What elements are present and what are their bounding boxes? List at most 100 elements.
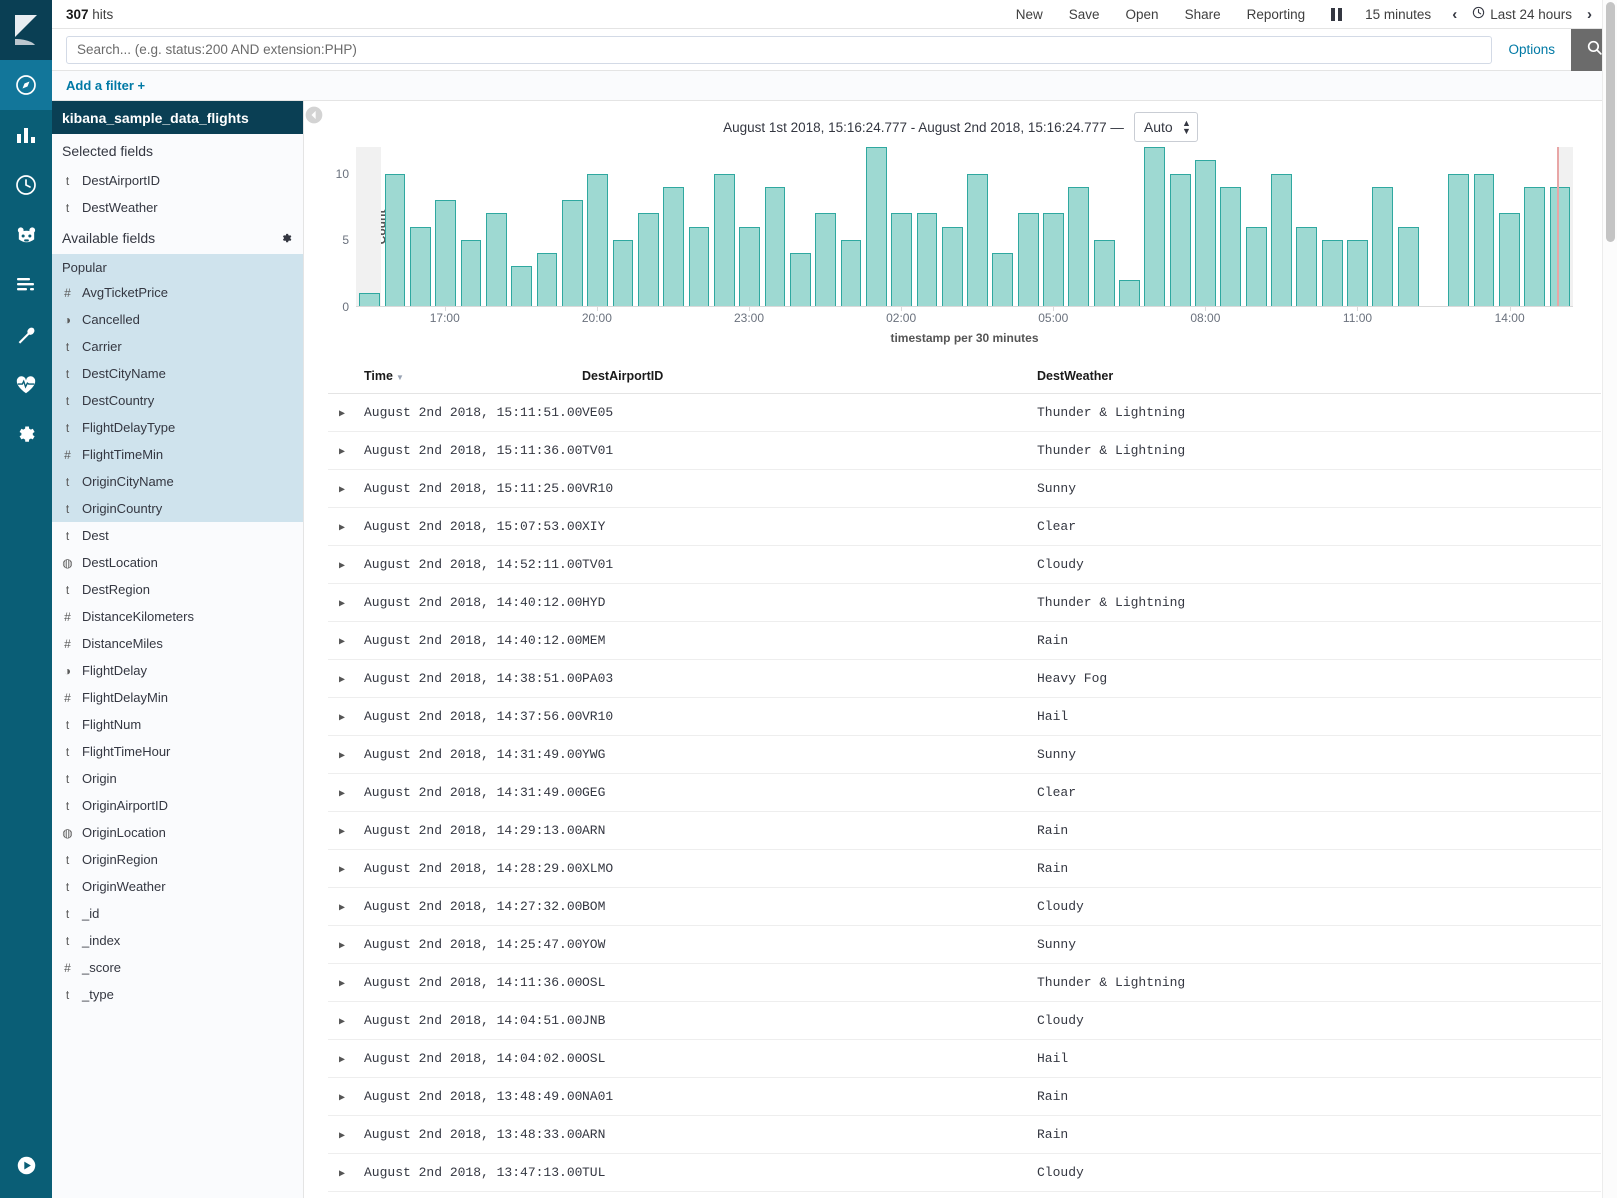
sidebar-item-dev-tools[interactable] [0, 310, 52, 360]
histogram-bar-slot[interactable] [509, 147, 534, 306]
sidebar-item-timelion[interactable] [0, 160, 52, 210]
histogram-bar-slot[interactable] [433, 147, 458, 306]
add-filter-button[interactable]: Add a filter + [66, 78, 145, 93]
histogram-bar-slot[interactable] [408, 147, 433, 306]
table-row[interactable]: ▶August 2nd 2018, 14:28:29.000XLMORain [328, 850, 1601, 888]
histogram-bar-slot[interactable] [1370, 147, 1395, 306]
histogram-bar[interactable] [410, 227, 431, 307]
histogram-bar[interactable] [790, 253, 811, 306]
table-row[interactable]: ▶August 2nd 2018, 13:47:13.000TULCloudy [328, 1154, 1601, 1192]
table-row[interactable]: ▶August 2nd 2018, 14:27:32.000BOMCloudy [328, 888, 1601, 926]
pause-icon[interactable] [1318, 8, 1355, 21]
expand-row-icon[interactable]: ▶ [328, 712, 345, 724]
sidebar-item-machine-learning[interactable] [0, 210, 52, 260]
histogram-bar[interactable] [1448, 174, 1469, 307]
expand-row-icon[interactable]: ▶ [328, 902, 345, 914]
new-button[interactable]: New [1003, 7, 1056, 22]
histogram-bar[interactable] [1271, 174, 1292, 307]
table-row[interactable]: ▶August 2nd 2018, 14:37:56.000VR10Hail [328, 698, 1601, 736]
histogram-bar[interactable] [1398, 227, 1419, 307]
histogram-bar[interactable] [891, 213, 912, 306]
field-item-cancelled[interactable]: ◑Cancelled [52, 306, 303, 333]
field-item-originlocation[interactable]: ◍OriginLocation [52, 819, 303, 846]
histogram-bar-slot[interactable] [686, 147, 711, 306]
share-button[interactable]: Share [1172, 7, 1234, 22]
histogram-bar[interactable] [359, 293, 380, 306]
sidebar-item-discover[interactable] [0, 60, 52, 110]
histogram-bar-slot[interactable] [1547, 147, 1572, 306]
field-item-distancemiles[interactable]: #DistanceMiles [52, 630, 303, 657]
histogram-bar-slot[interactable] [636, 147, 661, 306]
table-row[interactable]: ▶August 2nd 2018, 13:48:49.000NA01Rain [328, 1078, 1601, 1116]
histogram-bar[interactable] [385, 174, 406, 307]
histogram-bar[interactable] [486, 213, 507, 306]
table-row[interactable]: ▶August 2nd 2018, 14:25:47.000YOWSunny [328, 926, 1601, 964]
expand-row-icon[interactable]: ▶ [328, 788, 345, 800]
expand-row-icon[interactable]: ▶ [328, 1054, 345, 1066]
histogram-bar[interactable] [917, 213, 938, 306]
table-row[interactable]: ▶August 2nd 2018, 14:04:02.000OSLHail [328, 1040, 1601, 1078]
histogram-bar-slot[interactable] [1345, 147, 1370, 306]
histogram-bar-slot[interactable] [1243, 147, 1268, 306]
histogram-bar-slot[interactable] [1471, 147, 1496, 306]
histogram-bar-slot[interactable] [737, 147, 762, 306]
reporting-button[interactable]: Reporting [1234, 7, 1319, 22]
field-item-_index[interactable]: t_index [52, 927, 303, 954]
sidebar-item-logs[interactable] [0, 260, 52, 310]
histogram-bar[interactable] [1474, 174, 1495, 307]
histogram-bar[interactable] [537, 253, 558, 306]
table-row[interactable]: ▶August 2nd 2018, 15:11:51.000VE05Thunde… [328, 394, 1601, 432]
previous-time-window-button[interactable]: ‹ [1441, 6, 1468, 23]
expand-row-icon[interactable]: ▶ [328, 446, 345, 458]
histogram-bar-slot[interactable] [914, 147, 939, 306]
histogram-bar[interactable] [967, 174, 988, 307]
histogram-bar[interactable] [1119, 280, 1140, 307]
field-item-_score[interactable]: #_score [52, 954, 303, 981]
expand-row-icon[interactable]: ▶ [328, 522, 345, 534]
histogram-bar[interactable] [1347, 240, 1368, 306]
field-item-destregion[interactable]: tDestRegion [52, 576, 303, 603]
interval-select[interactable]: Auto [1134, 112, 1198, 142]
histogram-bar[interactable] [714, 174, 735, 307]
histogram-bar[interactable] [1524, 187, 1545, 306]
histogram-bar[interactable] [1018, 213, 1039, 306]
histogram-bar[interactable] [1195, 160, 1216, 306]
expand-row-icon[interactable]: ▶ [328, 1168, 345, 1180]
histogram-bar[interactable] [461, 240, 482, 306]
expand-row-icon[interactable]: ▶ [328, 1016, 345, 1028]
search-input[interactable] [66, 36, 1492, 64]
table-row[interactable]: ▶August 2nd 2018, 14:31:49.000GEGClear [328, 774, 1601, 812]
histogram-bar-slot[interactable] [1117, 147, 1142, 306]
table-row[interactable]: ▶August 2nd 2018, 15:11:25.000VR10Sunny [328, 470, 1601, 508]
histogram-bar[interactable] [663, 187, 684, 306]
histogram-bar[interactable] [841, 240, 862, 306]
table-row[interactable]: ▶August 2nd 2018, 14:04:51.000JNBCloudy [328, 1002, 1601, 1040]
field-item-origincountry[interactable]: tOriginCountry [52, 495, 303, 522]
field-item-origin[interactable]: tOrigin [52, 765, 303, 792]
table-row[interactable]: ▶August 2nd 2018, 14:31:49.000YWGSunny [328, 736, 1601, 774]
histogram-bar-slot[interactable] [1395, 147, 1420, 306]
sidebar-item-management[interactable] [0, 410, 52, 460]
field-item-_type[interactable]: t_type [52, 981, 303, 1008]
column-header-time[interactable]: Time▼ [364, 357, 582, 394]
field-item-destcityname[interactable]: tDestCityName [52, 360, 303, 387]
histogram-bar-slot[interactable] [484, 147, 509, 306]
field-item-dest[interactable]: tDest [52, 522, 303, 549]
field-item-_id[interactable]: t_id [52, 900, 303, 927]
time-picker-button[interactable]: Last 24 hours [1468, 6, 1576, 22]
histogram-bar[interactable] [1550, 187, 1571, 306]
histogram-bar-slot[interactable] [712, 147, 737, 306]
expand-row-icon[interactable]: ▶ [328, 484, 345, 496]
histogram-bar-slot[interactable] [813, 147, 838, 306]
expand-row-icon[interactable]: ▶ [328, 978, 345, 990]
histogram-bar-slot[interactable] [1092, 147, 1117, 306]
expand-row-icon[interactable]: ▶ [328, 864, 345, 876]
histogram-bar[interactable] [765, 187, 786, 306]
page-scrollbar[interactable] [1602, 0, 1617, 1198]
field-item-destweather[interactable]: tDestWeather [52, 194, 303, 221]
page-scrollbar-thumb[interactable] [1606, 2, 1615, 242]
save-button[interactable]: Save [1056, 7, 1113, 22]
histogram-bar-slot[interactable] [1522, 147, 1547, 306]
histogram-bar[interactable] [1322, 240, 1343, 306]
histogram-bar-slot[interactable] [1066, 147, 1091, 306]
